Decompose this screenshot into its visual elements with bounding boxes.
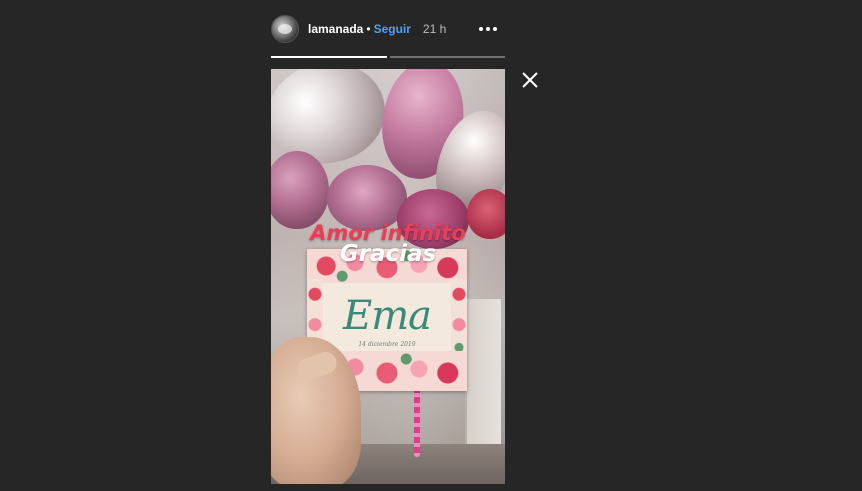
- more-dot: [486, 27, 490, 31]
- follow-button[interactable]: Seguir: [374, 22, 411, 36]
- progress-fill: [271, 56, 387, 58]
- progress-segment-2: [389, 56, 505, 58]
- sticker-text-gracias: Gracias: [339, 241, 437, 267]
- more-options-icon[interactable]: [479, 27, 497, 31]
- avatar[interactable]: [271, 15, 299, 43]
- story-header: lamanada • Seguir 21 h: [271, 14, 505, 44]
- separator-dot: •: [366, 22, 371, 36]
- story-progress: [271, 56, 505, 58]
- more-dot: [479, 27, 483, 31]
- progress-segment-1: [271, 56, 387, 58]
- more-dot: [493, 27, 497, 31]
- story-viewer: lamanada • Seguir 21 h Ema 14 diciembre …: [0, 0, 862, 491]
- card-name: Ema: [343, 293, 432, 339]
- balloon-pink: [271, 151, 329, 229]
- username[interactable]: lamanada: [308, 22, 363, 36]
- ribbon: [414, 387, 420, 457]
- post-time: 21 h: [422, 22, 447, 36]
- close-icon[interactable]: [519, 69, 541, 91]
- story-media[interactable]: Ema 14 diciembre 2019 Amor infinito Grac…: [271, 69, 505, 484]
